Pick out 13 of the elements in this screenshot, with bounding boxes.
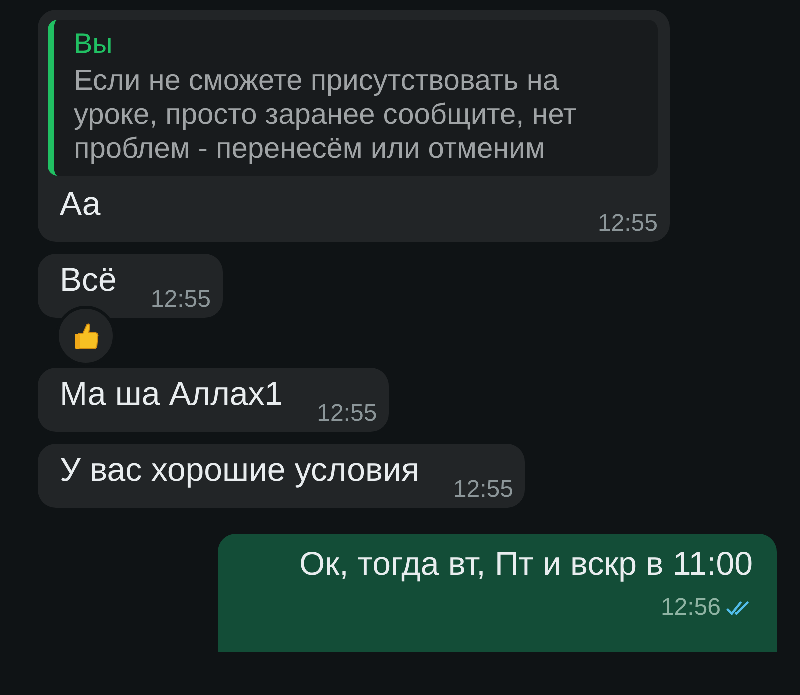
message-text: Всё <box>60 260 117 300</box>
quote-author: Вы <box>74 28 114 60</box>
message-time: 12:55 <box>598 210 658 238</box>
message-text: Ма ша Аллах1 <box>60 374 284 414</box>
message-time: 12:55 <box>453 476 514 504</box>
quote-text: Если не сможете присутствовать на уроке, просто заранее сообщите, нет проблем - перенесём или отменим <box>74 64 578 166</box>
message-text: У вас хорошие условия <box>60 450 420 490</box>
message-time: 12:55 <box>317 400 378 428</box>
message-text: Аа <box>60 184 101 224</box>
message-time: 12:56 <box>660 594 721 622</box>
quoted-message[interactable]: Вы Если не сможете присутствовать на уроке, просто заранее сообщите, нет проблем - перенесём или отменим <box>48 20 658 176</box>
message-text: Ок, тогда вт, Пт и вскр в 11:00 <box>299 544 753 584</box>
message-time: 12:55 <box>150 286 211 314</box>
